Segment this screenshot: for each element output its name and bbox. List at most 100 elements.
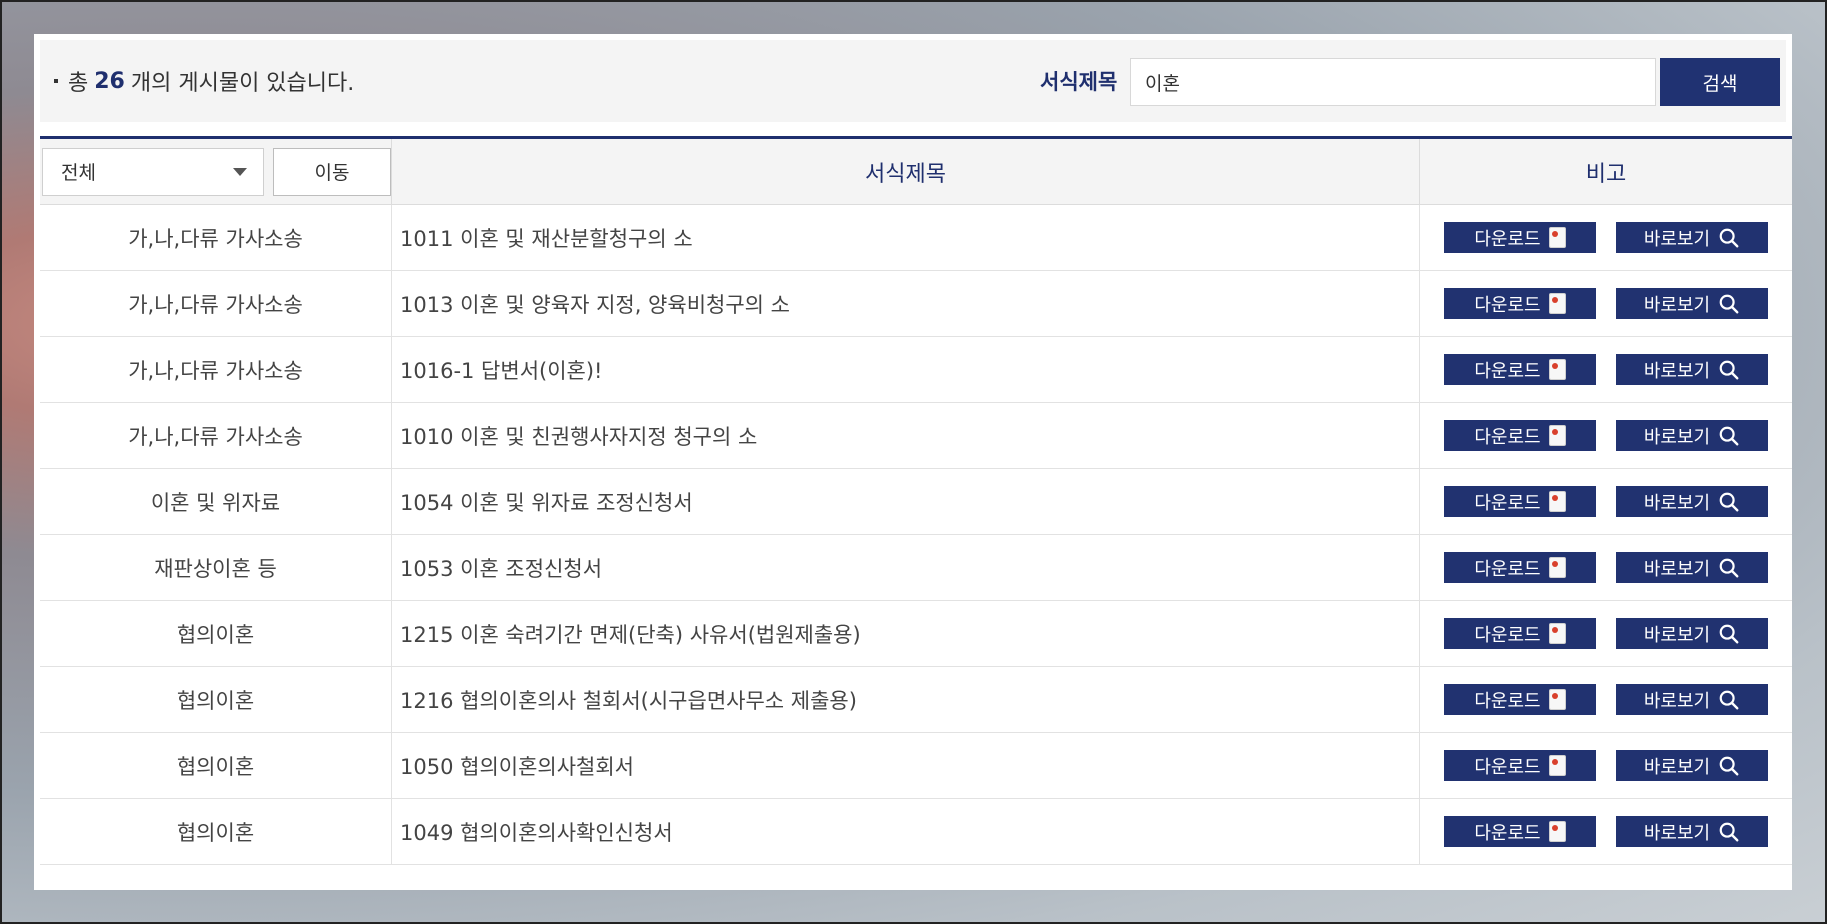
download-button[interactable]: 다운로드 [1444,618,1596,649]
magnifier-icon [1719,756,1739,775]
download-button[interactable]: 다운로드 [1444,684,1596,715]
view-button[interactable]: 바로보기 [1616,552,1768,583]
view-button[interactable]: 바로보기 [1616,816,1768,847]
download-label: 다운로드 [1474,492,1541,514]
download-label: 다운로드 [1474,360,1541,382]
view-label: 바로보기 [1643,822,1711,844]
document-icon [1548,821,1566,842]
download-label: 다운로드 [1474,426,1541,448]
table-row: 가,나,다류 가사소송 1016-1 답변서(이혼)! 다운로드 바로보기 [40,337,1792,403]
row-title: 1010 이혼 및 친권행사자지정 청구의 소 [392,403,1420,468]
count-prefix: 총 [68,71,89,96]
download-button[interactable]: 다운로드 [1444,486,1596,517]
download-button[interactable]: 다운로드 [1444,552,1596,583]
download-button[interactable]: 다운로드 [1444,750,1596,781]
magnifier-icon [1719,228,1739,247]
row-title: 1050 협의이혼의사철회서 [392,733,1420,798]
magnifier-icon [1719,426,1739,445]
view-button[interactable]: 바로보기 [1616,420,1768,451]
download-label: 다운로드 [1474,558,1541,580]
download-button[interactable]: 다운로드 [1444,420,1596,451]
row-actions: 다운로드 바로보기 [1420,733,1792,798]
table-row: 협의이혼 1215 이혼 숙려기간 면제(단축) 사유서(법원제출용) 다운로드… [40,601,1792,667]
table-row: 재판상이혼 등 1053 이혼 조정신청서 다운로드 바로보기 [40,535,1792,601]
row-category: 협의이혼 [40,667,392,732]
download-button[interactable]: 다운로드 [1444,816,1596,847]
view-button[interactable]: 바로보기 [1616,618,1768,649]
magnifier-icon [1719,822,1739,841]
download-button[interactable]: 다운로드 [1444,354,1596,385]
table-row: 이혼 및 위자료 1054 이혼 및 위자료 조정신청서 다운로드 바로보기 [40,469,1792,535]
document-icon [1548,227,1566,248]
category-header: 전체 이동 [40,139,392,204]
download-button[interactable]: 다운로드 [1444,288,1596,319]
view-label: 바로보기 [1643,624,1711,646]
magnifier-icon [1719,294,1739,313]
row-title: 1053 이혼 조정신청서 [392,535,1420,600]
download-label: 다운로드 [1474,756,1541,778]
magnifier-icon [1719,360,1739,379]
row-category: 가,나,다류 가사소송 [40,205,392,270]
view-button[interactable]: 바로보기 [1616,288,1768,319]
row-actions: 다운로드 바로보기 [1420,271,1792,336]
table-header: 전체 이동 서식제목 비고 [40,139,1792,205]
row-title: 1011 이혼 및 재산분할청구의 소 [392,205,1420,270]
row-title: 1016-1 답변서(이혼)! [392,337,1420,402]
magnifier-icon [1719,492,1739,511]
row-category: 재판상이혼 등 [40,535,392,600]
view-label: 바로보기 [1643,426,1711,448]
row-actions: 다운로드 바로보기 [1420,403,1792,468]
row-actions: 다운로드 바로보기 [1420,469,1792,534]
row-actions: 다운로드 바로보기 [1420,337,1792,402]
row-actions: 다운로드 바로보기 [1420,535,1792,600]
table-row: 가,나,다류 가사소송 1010 이혼 및 친권행사자지정 청구의 소 다운로드… [40,403,1792,469]
view-button[interactable]: 바로보기 [1616,354,1768,385]
chevron-down-icon [232,167,247,176]
search-label: 서식제목 [1040,70,1118,94]
row-title: 1054 이혼 및 위자료 조정신청서 [392,469,1420,534]
document-icon [1548,755,1566,776]
view-button[interactable]: 바로보기 [1616,750,1768,781]
count-suffix: 개의 게시물이 있습니다. [130,71,355,96]
table-row: 협의이혼 1216 협의이혼의사 철회서(시구읍면사무소 제출용) 다운로드 바… [40,667,1792,733]
table-body: 가,나,다류 가사소송 1011 이혼 및 재산분할청구의 소 다운로드 바로보… [40,205,1792,865]
row-actions: 다운로드 바로보기 [1420,205,1792,270]
row-category: 협의이혼 [40,733,392,798]
post-count: 26 [94,68,125,94]
view-label: 바로보기 [1643,558,1711,580]
magnifier-icon [1719,624,1739,643]
download-label: 다운로드 [1474,228,1541,250]
view-label: 바로보기 [1643,228,1711,250]
document-icon [1548,557,1566,578]
magnifier-icon [1719,558,1739,577]
view-button[interactable]: 바로보기 [1616,684,1768,715]
download-label: 다운로드 [1474,624,1541,646]
row-category: 가,나,다류 가사소송 [40,337,392,402]
row-title: 1216 협의이혼의사 철회서(시구읍면사무소 제출용) [392,667,1420,732]
document-icon [1548,491,1566,512]
search-input[interactable] [1130,58,1656,106]
row-actions: 다운로드 바로보기 [1420,799,1792,864]
row-actions: 다운로드 바로보기 [1420,601,1792,666]
view-button[interactable]: 바로보기 [1616,222,1768,253]
row-category: 협의이혼 [40,799,392,864]
post-count-summary: 총 26 개의 게시물이 있습니다. [54,40,354,122]
title-column-header: 서식제목 [392,139,1420,204]
search-button[interactable]: 검색 [1660,58,1780,106]
category-select[interactable]: 전체 [42,147,264,196]
row-title: 1013 이혼 및 양육자 지정, 양육비청구의 소 [392,271,1420,336]
view-label: 바로보기 [1643,492,1711,514]
table-row: 협의이혼 1050 협의이혼의사철회서 다운로드 바로보기 [40,733,1792,799]
move-button[interactable]: 이동 [272,147,391,196]
search-bar: 총 26 개의 게시물이 있습니다. 서식제목 검색 [40,40,1786,122]
document-icon [1548,689,1566,710]
table-row: 가,나,다류 가사소송 1013 이혼 및 양육자 지정, 양육비청구의 소 다… [40,271,1792,337]
row-category: 이혼 및 위자료 [40,469,392,534]
view-label: 바로보기 [1643,360,1711,382]
row-category: 협의이혼 [40,601,392,666]
row-category: 가,나,다류 가사소송 [40,271,392,336]
row-title: 1215 이혼 숙려기간 면제(단축) 사유서(법원제출용) [392,601,1420,666]
document-icon [1548,359,1566,380]
view-button[interactable]: 바로보기 [1616,486,1768,517]
download-button[interactable]: 다운로드 [1444,222,1596,253]
